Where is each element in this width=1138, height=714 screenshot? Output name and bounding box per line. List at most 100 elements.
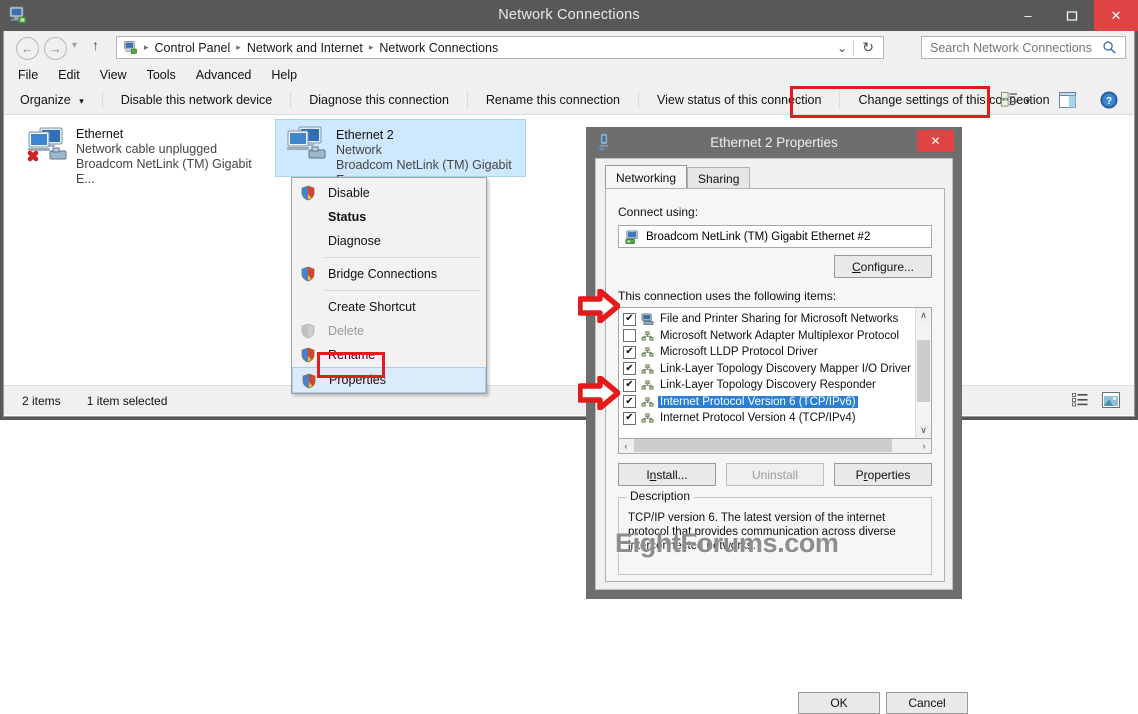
context-menu-separator <box>324 257 480 258</box>
context-menu-label: Bridge Connections <box>328 267 437 281</box>
configure-button[interactable]: Configure... <box>834 255 932 278</box>
scroll-right-button[interactable]: › <box>917 441 931 451</box>
uac-shield-icon <box>300 347 316 363</box>
breadcrumb-control-panel[interactable]: Control Panel <box>151 41 235 55</box>
adapter-name: Broadcom NetLink (TM) Gigabit Ethernet #… <box>646 231 870 243</box>
context-menu-item-diagnose[interactable]: Diagnose <box>292 229 486 253</box>
menu-advanced[interactable]: Advanced <box>196 68 252 82</box>
list-vertical-scrollbar[interactable]: ∧ ∨ <box>915 308 931 438</box>
menu-file[interactable]: File <box>18 68 38 82</box>
menu-edit[interactable]: Edit <box>58 68 80 82</box>
list-item[interactable]: Microsoft Network Adapter Multiplexor Pr… <box>619 328 915 345</box>
desktop-background <box>0 420 1138 602</box>
scroll-down-button[interactable]: ∨ <box>916 423 931 438</box>
checkbox[interactable]: ✔ <box>623 379 636 392</box>
menu-bar: File Edit View Tools Advanced Help <box>4 64 1134 85</box>
context-menu-item-disable[interactable]: Disable <box>292 181 486 205</box>
list-item-label: Internet Protocol Version 4 (TCP/IPv4) <box>658 412 858 424</box>
context-menu-item-status[interactable]: Status <box>292 205 486 229</box>
rename-connection-button[interactable]: Rename this connection <box>472 93 634 107</box>
up-button[interactable]: ↑ <box>92 37 99 53</box>
checkbox[interactable]: ✔ <box>623 346 636 359</box>
connection-name: Ethernet <box>76 127 268 142</box>
address-bar-icon <box>123 40 138 55</box>
menu-view[interactable]: View <box>100 68 127 82</box>
properties-button[interactable]: Properties <box>834 463 932 486</box>
disable-network-device-button[interactable]: Disable this network device <box>107 93 286 107</box>
breadcrumb-separator: ▸ <box>367 42 376 53</box>
context-menu-item-bridge-connections[interactable]: Bridge Connections <box>292 262 486 286</box>
uac-shield-icon <box>300 185 316 201</box>
scrollbar-thumb[interactable] <box>917 340 930 402</box>
divider <box>638 91 639 109</box>
window-title: Network Connections <box>0 0 1138 31</box>
view-options-button[interactable]: ▾ <box>1001 92 1030 110</box>
diagnose-connection-button[interactable]: Diagnose this connection <box>295 93 463 107</box>
network-items-list[interactable]: ✔ File and Printer Sharing for Microsoft… <box>618 307 932 439</box>
context-menu-separator <box>324 290 480 291</box>
menu-help[interactable]: Help <box>271 68 297 82</box>
ok-button[interactable]: OK <box>798 692 880 714</box>
list-item-label: Link-Layer Topology Discovery Mapper I/O… <box>658 363 913 375</box>
breadcrumb-network-connections[interactable]: Network Connections <box>375 41 502 55</box>
divider <box>102 91 103 109</box>
uac-shield-icon <box>301 373 317 389</box>
chevron-down-icon[interactable]: ⌄ <box>837 41 847 55</box>
context-menu-item-delete: Delete <box>292 319 486 343</box>
context-menu-label: Create Shortcut <box>328 300 416 314</box>
address-bar-row: ← → ▾ ↑ ▸ Control Panel ▸ Network and In… <box>4 31 1134 64</box>
scrollbar-thumb[interactable] <box>634 439 892 452</box>
context-menu-item-create-shortcut[interactable]: Create Shortcut <box>292 295 486 319</box>
organize-button[interactable]: Organize ▾ <box>4 93 98 107</box>
file-sharing-icon <box>641 313 654 325</box>
list-item[interactable]: ✔ Microsoft LLDP Protocol Driver <box>619 344 915 361</box>
breadcrumb-separator: ▸ <box>142 42 151 53</box>
protocol-icon <box>641 330 654 342</box>
close-button[interactable]: ✕ <box>1094 0 1138 31</box>
networking-tab-panel: Connect using: Broadcom NetLink (TM) Gig… <box>605 188 945 582</box>
checkbox[interactable]: ✔ <box>623 313 636 326</box>
checkbox[interactable]: ✔ <box>623 362 636 375</box>
context-menu-label: Disable <box>328 186 370 200</box>
cancel-button[interactable]: Cancel <box>886 692 968 714</box>
connection-status: Network cable unplugged <box>76 142 268 157</box>
forward-button[interactable]: → <box>44 37 67 60</box>
scroll-left-button[interactable]: ‹ <box>619 441 633 451</box>
list-item-label: Microsoft LLDP Protocol Driver <box>658 346 820 358</box>
annotation-box-change-settings <box>790 86 990 118</box>
list-item[interactable]: ✔ File and Printer Sharing for Microsoft… <box>619 311 915 328</box>
preview-pane-button[interactable] <box>1059 92 1076 111</box>
dialog-close-button[interactable]: ✕ <box>917 130 954 152</box>
back-button[interactable]: ← <box>16 37 39 60</box>
recent-locations-button[interactable]: ▾ <box>72 40 77 51</box>
list-horizontal-scrollbar[interactable]: ‹ › <box>618 439 932 454</box>
context-menu-label: Delete <box>328 324 364 338</box>
refresh-icon[interactable]: ↻ <box>862 39 874 56</box>
scroll-up-button[interactable]: ∧ <box>916 308 931 323</box>
large-icons-view-button[interactable] <box>1102 392 1120 411</box>
list-item[interactable]: ✔ Internet Protocol Version 4 (TCP/IPv4) <box>619 410 915 427</box>
connect-using-field: Broadcom NetLink (TM) Gigabit Ethernet #… <box>618 225 932 248</box>
checkbox[interactable]: ✔ <box>623 395 636 408</box>
tab-sharing[interactable]: Sharing <box>687 167 750 190</box>
list-item[interactable]: ✔ Link-Layer Topology Discovery Responde… <box>619 377 915 394</box>
breadcrumb-network-and-internet[interactable]: Network and Internet <box>243 41 367 55</box>
address-bar[interactable]: ▸ Control Panel ▸ Network and Internet ▸… <box>116 36 884 59</box>
connection-item-ethernet-2[interactable]: Ethernet 2 Network Broadcom NetLink (TM)… <box>275 119 526 177</box>
checkbox[interactable] <box>623 329 636 342</box>
maximize-button[interactable] <box>1050 0 1094 31</box>
list-item-selected[interactable]: ✔ Internet Protocol Version 6 (TCP/IPv6) <box>619 394 915 411</box>
minimize-button[interactable]: – <box>1006 0 1050 31</box>
protocol-icon <box>641 396 654 408</box>
install-button[interactable]: Install... <box>618 463 716 486</box>
connection-status: Network <box>336 143 525 158</box>
search-input[interactable]: Search Network Connections <box>921 36 1126 59</box>
tab-networking[interactable]: Networking <box>605 165 687 190</box>
list-item-label: Internet Protocol Version 6 (TCP/IPv6) <box>658 396 858 408</box>
connection-item-ethernet[interactable]: Ethernet Network cable unplugged Broadco… <box>18 121 268 176</box>
help-button[interactable]: ? <box>1100 91 1118 112</box>
checkbox[interactable]: ✔ <box>623 412 636 425</box>
details-view-button[interactable] <box>1072 393 1088 410</box>
menu-tools[interactable]: Tools <box>147 68 176 82</box>
list-item[interactable]: ✔ Link-Layer Topology Discovery Mapper I… <box>619 361 915 378</box>
